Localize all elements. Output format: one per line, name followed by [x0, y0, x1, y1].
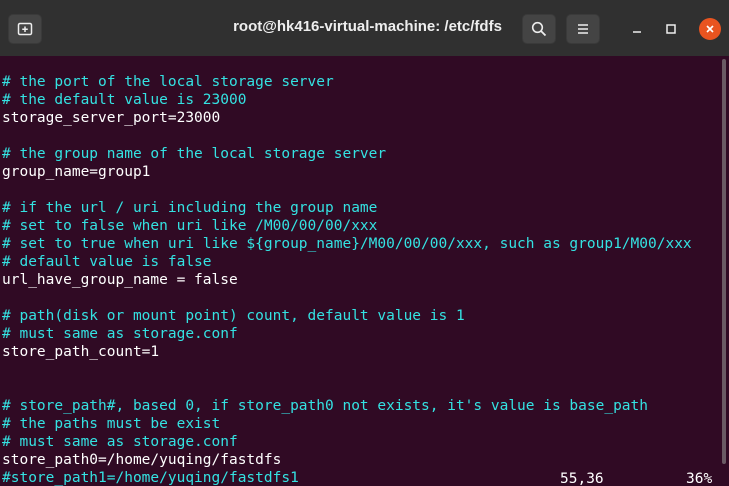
hamburger-menu-icon — [578, 24, 588, 34]
comment-line: # the group name of the local storage se… — [2, 146, 387, 162]
comment-line: # path(disk or mount point) count, defau… — [2, 308, 465, 324]
search-button[interactable] — [522, 14, 556, 44]
minimize-button[interactable] — [626, 18, 648, 40]
window-title: root@hk416-virtual-machine: /etc/fdfs — [233, 18, 502, 35]
comment-line: # set to true when uri like ${group_name… — [2, 236, 692, 252]
header-bar: root@hk416-virtual-machine: /etc/fdfs — [0, 0, 729, 56]
comment-line: # default value is false — [2, 254, 212, 270]
config-line: url_have_group_name = false — [2, 272, 238, 288]
menu-button[interactable] — [566, 14, 600, 44]
terminal-content[interactable]: # the port of the local storage server # … — [0, 56, 729, 486]
cursor-position: 55,36 — [560, 471, 604, 486]
search-icon — [531, 21, 547, 37]
minimize-icon — [633, 31, 641, 33]
comment-line: # the paths must be exist — [2, 416, 221, 432]
comment-line: #store_path1=/home/yuqing/fastdfs1 — [2, 470, 299, 486]
terminal-window: root@hk416-virtual-machine: /etc/fdfs # … — [0, 0, 729, 486]
config-line: store_path0=/home/yuqing/fastdfs — [2, 452, 282, 468]
new-tab-icon — [17, 22, 33, 36]
config-line: storage_server_port=23000 — [2, 110, 221, 126]
comment-line: # the default value is 23000 — [2, 92, 247, 108]
scrollbar[interactable] — [722, 59, 726, 464]
new-tab-button[interactable] — [8, 14, 42, 44]
comment-line: # store_path#, based 0, if store_path0 n… — [2, 398, 649, 414]
close-icon — [706, 25, 714, 33]
comment-line: # if the url / uri including the group n… — [2, 200, 378, 216]
scroll-percent: 36% — [686, 471, 713, 486]
config-line: store_path_count=1 — [2, 344, 160, 360]
close-button[interactable] — [699, 18, 721, 40]
comment-line: # the port of the local storage server — [2, 74, 334, 90]
maximize-button[interactable] — [660, 18, 682, 40]
maximize-icon — [666, 24, 676, 34]
comment-line: # must same as storage.conf — [2, 434, 238, 450]
comment-line: # must same as storage.conf — [2, 326, 238, 342]
config-line: group_name=group1 — [2, 164, 151, 180]
comment-line: # set to false when uri like /M00/00/00/… — [2, 218, 378, 234]
